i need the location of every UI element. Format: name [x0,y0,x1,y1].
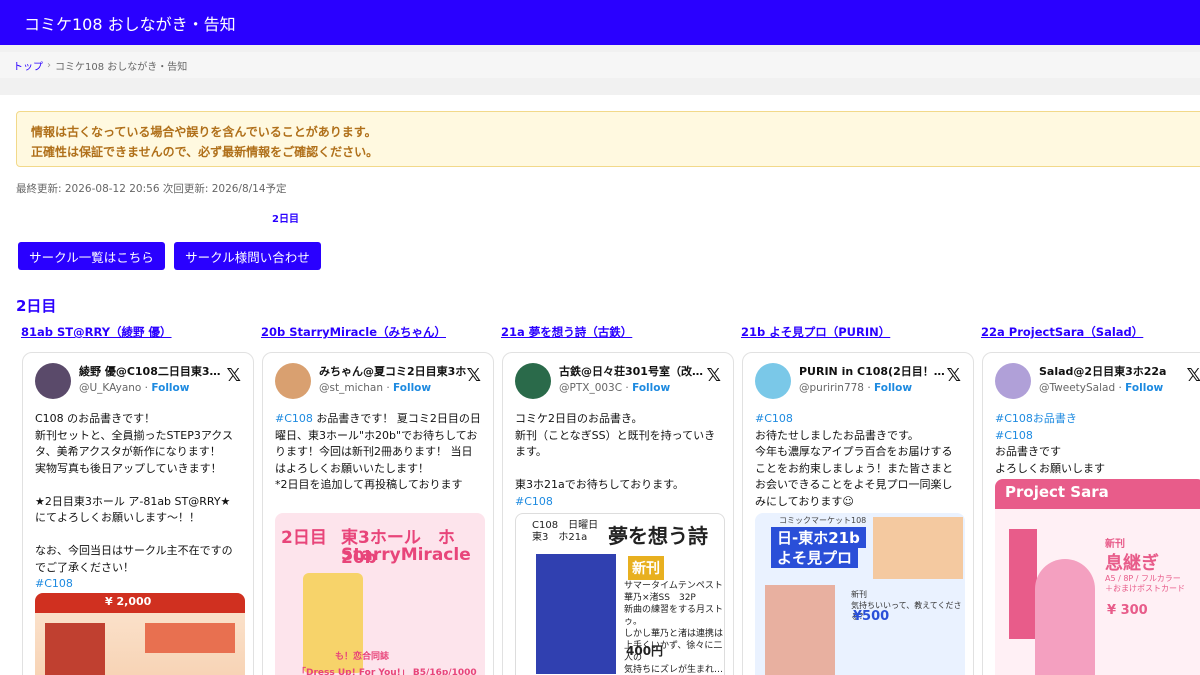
site-header: コミケ108 おしながき・告知 [0,0,1200,45]
tweet-header: みちゃん@夏コミ2日目東3ホ @st_michan · Follow 𝕏 [275,363,481,403]
tweet-text: C108 のお品書きです！ 新刊セットと、全員揃ったSTEP3アクスタ、美希アク… [35,412,233,590]
circle-link[interactable]: 81ab ST@RRY（綾野 優） [21,324,248,342]
image-text: 2日目 [281,528,327,548]
image-text: 「Dress Up! For You!」 B5/16p/1000円 [297,668,477,675]
image-text: コミックマーケット108 [779,516,867,525]
hashtag-link[interactable]: #C108 [995,429,1033,442]
tweet-embed[interactable]: 古鉄@日々荘301号室（改名し @PTX_003C · Follow 𝕏 コミケ… [502,352,734,675]
tweet-image[interactable]: 2日目 東3ホール ホ20b StarryMiracle も！恋合同誌 「Dre… [275,513,485,675]
follow-button[interactable]: Follow [393,382,431,394]
tweet-image[interactable]: コミックマーケット108 日-東ホ21b よそ見プロ 新刊 気持ちいいって、教えて… [755,513,965,675]
day2-anchor-link[interactable]: 2日目 [272,210,299,225]
circle-link[interactable]: 21b よそ見プロ（PURIN） [741,324,968,342]
x-logo-icon[interactable]: 𝕏 [466,365,481,386]
tweet-text: #C108 お待たせしましたお品書きです。 今年も濃厚なアイプラ百合をお届けする… [755,412,953,508]
circle-link[interactable]: 22a ProjectSara（Salad） [981,324,1200,342]
tweet-handle[interactable]: @st_michan [319,382,383,394]
notice-line-1: 情報は古くなっている場合や誤りを含んでいることがあります。 [31,125,377,139]
x-logo-icon[interactable]: 𝕏 [1186,365,1200,386]
day2-section-heading: 2日目 [16,297,57,315]
image-text: よそ見プロ [771,547,859,568]
image-text: C108 日曜日 東3 ホ21a [532,520,599,543]
breadcrumb-current: コミケ108 おしながき・告知 [55,61,188,73]
tweet-header: Salad@2日目東3ホ22a @TweetySalad · Follow 𝕏 [995,363,1200,403]
page-title: コミケ108 おしながき・告知 [24,14,236,34]
follow-button[interactable]: Follow [632,382,670,394]
tweet-embed[interactable]: PURIN in C108(2日目！）東 @puririn778 · Follo… [742,352,974,675]
image-text: 新刊 [1105,539,1125,550]
tweet-text: #C108 お品書きです！ 夏コミ2日目の日曜日、東3ホール"ホ20b"でお待ち… [275,412,481,491]
circle-link[interactable]: 21a 夢を想う詩（古鉄） [501,324,728,342]
tweet-handle[interactable]: @PTX_003C [559,382,622,394]
image-text: StarryMiracle [341,545,471,565]
breadcrumb: トップ › コミケ108 おしながき・告知 [0,52,1200,78]
tweet-embed[interactable]: みちゃん@夏コミ2日目東3ホ @st_michan · Follow 𝕏 #C1… [262,352,494,675]
avatar[interactable] [35,363,71,399]
circle-contact-button[interactable]: サークル様問い合わせ [174,242,321,270]
image-price-text: ¥ 2,000 [105,595,152,608]
update-timestamp: 最終更新: 2026-08-12 20:56 次回更新: 2026/8/14予定 [16,183,287,195]
tweet-text: コミケ2日目のお品書き。 新刊（ことなぎSS）と既刊を持っていきます。 東3ホ2… [515,412,716,508]
follow-button[interactable]: Follow [874,382,912,394]
avatar[interactable] [755,363,791,399]
image-text: 新刊 [628,556,664,580]
tweet-author-name[interactable]: PURIN in C108(2日目！）東 [799,363,949,379]
hashtag-link[interactable]: #C108お品書き [995,412,1077,425]
tweet-handle[interactable]: @U_KAyano [79,382,141,394]
x-logo-icon[interactable]: 𝕏 [946,365,961,386]
tweet-author-name[interactable]: みちゃん@夏コミ2日目東3ホ [319,363,469,379]
warning-notice: 情報は古くなっている場合や誤りを含んでいることがあります。 正確性は保証できませ… [16,111,1200,167]
image-text: 息継ぎ [1105,553,1159,574]
tweet-author-name[interactable]: Salad@2日目東3ホ22a [1039,363,1189,379]
image-title: Project Sara [1005,483,1109,501]
tweet-embed[interactable]: 綾野 優@C108二日目東3ホー✓ @U_KAyano · Follow 𝕏 C… [22,352,254,675]
follow-button[interactable]: Follow [1125,382,1163,394]
image-text: サマータイムテンペスト 華乃×渚SS 32P 新曲の練習をする月ストゥ。 しかし華乃… [624,581,724,675]
avatar[interactable] [515,363,551,399]
circle-list-button[interactable]: サークル一覧はこちら [18,242,165,270]
circle-card: 21b よそ見プロ（PURIN） PURIN in C108(2日目！）東 @p… [736,324,974,675]
breadcrumb-separator: › [47,59,51,71]
image-price-text: 400円 [626,644,664,658]
follow-button[interactable]: Follow [151,382,189,394]
tweet-image[interactable]: C108 日曜日 東3 ホ21a 夢を想う詩 新刊 サマータイムテンペスト 華乃×渚… [515,513,725,675]
image-text: 日-東ホ21b [771,527,866,548]
tweet-handle[interactable]: @puririn778 [799,382,864,394]
x-logo-icon[interactable]: 𝕏 [706,365,721,386]
hashtag-link[interactable]: #C108 [515,495,553,508]
circle-link[interactable]: 20b StarryMiracle（みちゃん） [261,324,488,342]
circle-card: 81ab ST@RRY（綾野 優） 綾野 優@C108二日目東3ホー✓ @U_K… [16,324,254,675]
tweet-text: #C108お品書き #C108 お品書きです よろしくお願いします [995,412,1105,475]
tweet-image[interactable]: ¥ 2,000 [35,593,245,675]
tweet-author-name[interactable]: 古鉄@日々荘301号室（改名し [559,363,709,379]
tweet-header: 古鉄@日々荘301号室（改名し @PTX_003C · Follow 𝕏 [515,363,721,403]
circle-card: 22a ProjectSara（Salad） Salad@2日目東3ホ22a @… [976,324,1200,675]
tweet-header: PURIN in C108(2日目！）東 @puririn778 · Follo… [755,363,961,403]
avatar[interactable] [995,363,1031,399]
breadcrumb-home-link[interactable]: トップ [13,58,43,73]
image-text: も！恋合同誌 [335,652,390,662]
tweet-header: 綾野 優@C108二日目東3ホー✓ @U_KAyano · Follow 𝕏 [35,363,241,403]
hashtag-link[interactable]: #C108 [35,577,73,590]
hashtag-link[interactable]: #C108 [275,412,313,425]
main-content: 情報は古くなっている場合や誤りを含んでいることがあります。 正確性は保証できませ… [0,95,1200,675]
tweet-author-name[interactable]: 綾野 優@C108二日目東3ホー✓ [79,363,229,379]
circle-card: 21a 夢を想う詩（古鉄） 古鉄@日々荘301号室（改名し @PTX_003C … [496,324,734,675]
tweet-embed[interactable]: Salad@2日目東3ホ22a @TweetySalad · Follow 𝕏 … [982,352,1200,675]
avatar[interactable] [275,363,311,399]
image-text: ＋おまけポストカード [1105,584,1185,593]
circle-card: 20b StarryMiracle（みちゃん） みちゃん@夏コミ2日目東3ホ @… [256,324,494,675]
notice-line-2: 正確性は保証できませんので、必ず最新情報をご確認ください。 [31,145,379,159]
tweet-image[interactable]: Project Sara 新刊 息継ぎ A5 / 8P / フルカラー ＋おまけ… [995,479,1200,675]
image-title: 夢を想う詩 [608,524,708,548]
image-price-text: ¥ 300 [1107,603,1148,618]
hashtag-link[interactable]: #C108 [755,412,793,425]
image-price-text: ¥500 [853,609,890,624]
tweet-handle[interactable]: @TweetySalad [1039,382,1115,394]
x-logo-icon[interactable]: 𝕏 [226,365,241,386]
